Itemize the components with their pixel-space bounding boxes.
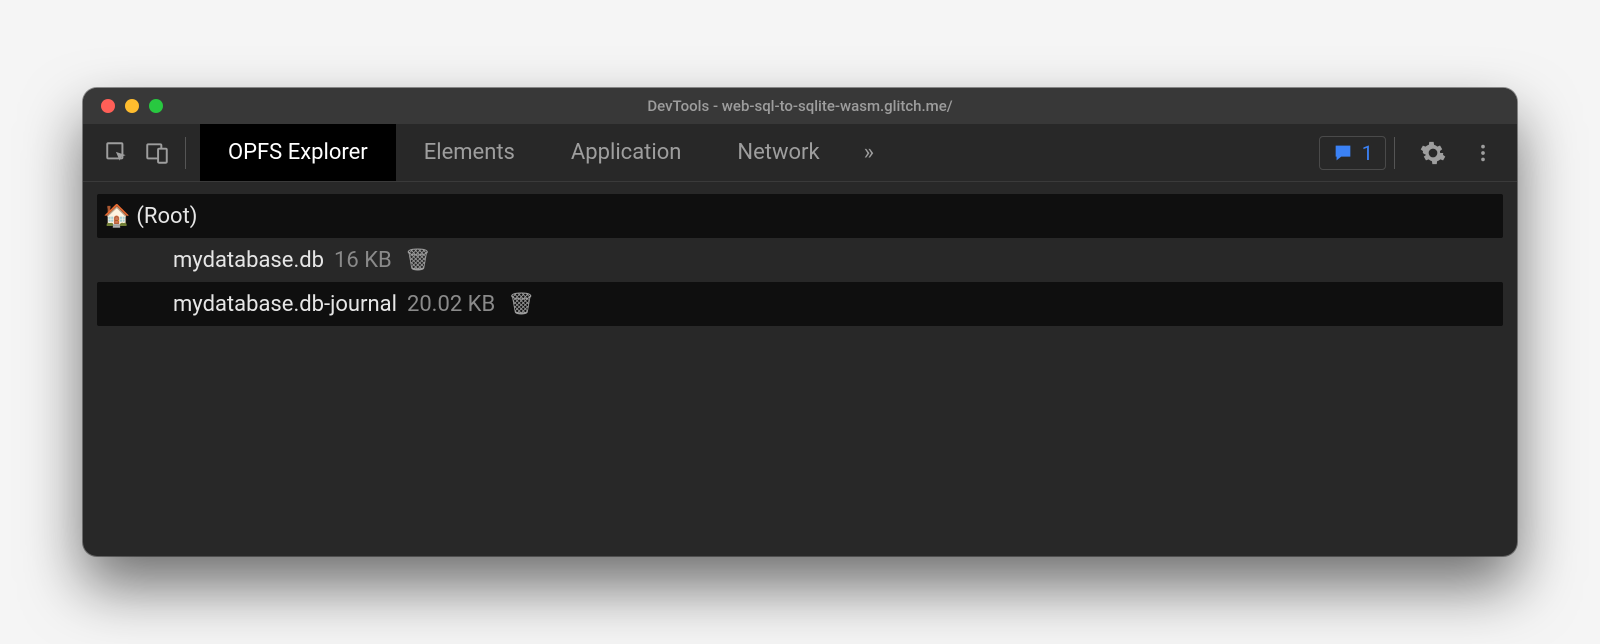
- tab-label: OPFS Explorer: [228, 140, 368, 165]
- device-toolbar-icon[interactable]: [137, 133, 177, 173]
- issues-count: 1: [1362, 141, 1373, 165]
- delete-file-button[interactable]: 🗑: [507, 292, 535, 317]
- tab-label: Network: [737, 140, 819, 165]
- file-name: mydatabase.db-journal: [173, 292, 397, 317]
- devtools-window: DevTools - web-sql-to-sqlite-wasm.glitch…: [83, 88, 1517, 556]
- file-size: 16 KB: [334, 248, 392, 273]
- file-row[interactable]: mydatabase.db 16 KB 🗑: [97, 238, 1503, 282]
- more-tabs-button[interactable]: »: [848, 124, 890, 181]
- tab-label: Application: [571, 140, 681, 165]
- tree-root-row[interactable]: 🏠 (Root): [97, 194, 1503, 238]
- trash-icon: 🗑: [404, 248, 432, 273]
- file-name: mydatabase.db: [173, 248, 324, 273]
- tab-network[interactable]: Network: [709, 124, 847, 181]
- devtools-toolbar: OPFS Explorer Elements Application Netwo…: [83, 124, 1517, 182]
- tab-opfs-explorer[interactable]: OPFS Explorer: [200, 124, 396, 181]
- trash-icon: 🗑: [507, 292, 535, 317]
- minimize-window-button[interactable]: [125, 99, 139, 113]
- more-tabs-label: »: [864, 140, 874, 165]
- issues-badge[interactable]: 1: [1319, 136, 1386, 170]
- gear-icon: [1420, 140, 1446, 166]
- opfs-explorer-panel: 🏠 (Root) mydatabase.db 16 KB 🗑 mydatabas…: [83, 182, 1517, 556]
- panel-tabs: OPFS Explorer Elements Application Netwo…: [200, 124, 890, 181]
- titlebar: DevTools - web-sql-to-sqlite-wasm.glitch…: [83, 88, 1517, 124]
- file-row[interactable]: mydatabase.db-journal 20.02 KB 🗑: [97, 282, 1503, 326]
- window-title: DevTools - web-sql-to-sqlite-wasm.glitch…: [83, 97, 1517, 115]
- delete-file-button[interactable]: 🗑: [404, 248, 432, 273]
- tab-application[interactable]: Application: [543, 124, 709, 181]
- more-options-button[interactable]: [1463, 133, 1503, 173]
- chat-icon: [1332, 142, 1354, 164]
- tab-elements[interactable]: Elements: [396, 124, 543, 181]
- root-label: (Root): [136, 204, 197, 229]
- kebab-icon: [1472, 142, 1494, 164]
- file-size: 20.02 KB: [407, 292, 495, 317]
- zoom-window-button[interactable]: [149, 99, 163, 113]
- traffic-lights: [83, 99, 163, 113]
- settings-button[interactable]: [1413, 133, 1453, 173]
- home-icon: 🏠: [103, 204, 130, 229]
- close-window-button[interactable]: [101, 99, 115, 113]
- toolbar-divider: [1394, 137, 1395, 169]
- toolbar-divider: [185, 137, 186, 169]
- tab-label: Elements: [424, 140, 515, 165]
- inspect-element-icon[interactable]: [97, 133, 137, 173]
